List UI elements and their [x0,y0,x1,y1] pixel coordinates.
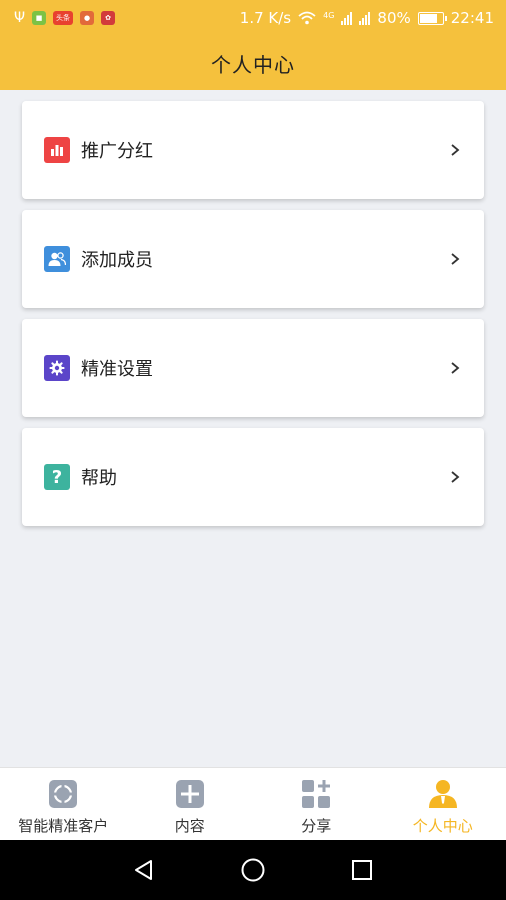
usb-icon: Ψ [14,10,26,26]
target-icon [49,780,78,808]
menu-item-label: 精准设置 [81,359,153,380]
tab-label: 分享 [301,817,332,835]
menu-item-label: 推广分红 [81,141,153,162]
tab-share[interactable]: 分享 [253,768,380,840]
add-member-icon [44,246,70,272]
tab-label: 内容 [174,817,205,835]
bar-chart-icon [44,137,70,163]
status-indicators: 1.7 K/s 4G 80% 22:41 [240,9,494,27]
tab-personal-center[interactable]: 个人中心 [380,768,506,840]
home-button[interactable] [238,855,268,885]
app-bar: 个人中心 [0,36,506,90]
tab-smart-customers[interactable]: 智能精准客户 [0,768,127,840]
grid-plus-icon [302,780,331,808]
battery-icon [417,11,447,25]
app-notif-icon: ● [80,11,95,25]
recents-button[interactable] [347,855,377,885]
menu-item-help[interactable]: ? 帮助 [22,428,484,526]
chevron-right-icon [451,253,460,265]
plus-box-icon [175,780,204,808]
help-icon: ? [44,464,70,490]
menu-item-label: 帮助 [81,468,117,489]
back-icon [135,860,153,880]
wifi-icon [298,11,316,25]
network-speed: 1.7 K/s [239,9,292,27]
system-nav-bar [0,840,506,900]
menu-item-precise-settings[interactable]: 精准设置 [22,319,484,417]
home-icon [241,858,265,882]
notification-area: Ψ ■ 头条 ● ✿ [14,10,116,26]
recents-icon [351,860,372,880]
network-type: 4G [323,11,335,20]
person-icon [428,780,457,808]
back-button[interactable] [129,855,159,885]
menu-item-promotion-dividend[interactable]: 推广分红 [22,101,484,199]
tab-label: 智能精准客户 [18,817,109,835]
menu-item-label: 添加成员 [81,250,153,271]
tab-label: 个人中心 [412,817,473,835]
status-bar: Ψ ■ 头条 ● ✿ 1.7 K/s 4G 80% 22:41 [0,0,506,36]
page-title: 个人中心 [211,52,295,77]
huawei-icon: ✿ [101,11,116,25]
menu-item-add-member[interactable]: 添加成员 [22,210,484,308]
gear-icon [44,355,70,381]
chevron-right-icon [451,362,460,374]
clock: 22:41 [450,9,494,27]
toutiao-icon: 头条 [53,11,74,25]
chevron-right-icon [451,144,460,156]
bottom-nav: 智能精准客户 内容 分享 个人中心 [0,767,506,840]
app-notif-icon: ■ [32,11,47,25]
signal-icon [359,11,371,25]
chevron-right-icon [451,471,460,483]
tab-content[interactable]: 内容 [127,768,254,840]
signal-icon [341,11,353,25]
battery-percent: 80% [377,9,411,27]
